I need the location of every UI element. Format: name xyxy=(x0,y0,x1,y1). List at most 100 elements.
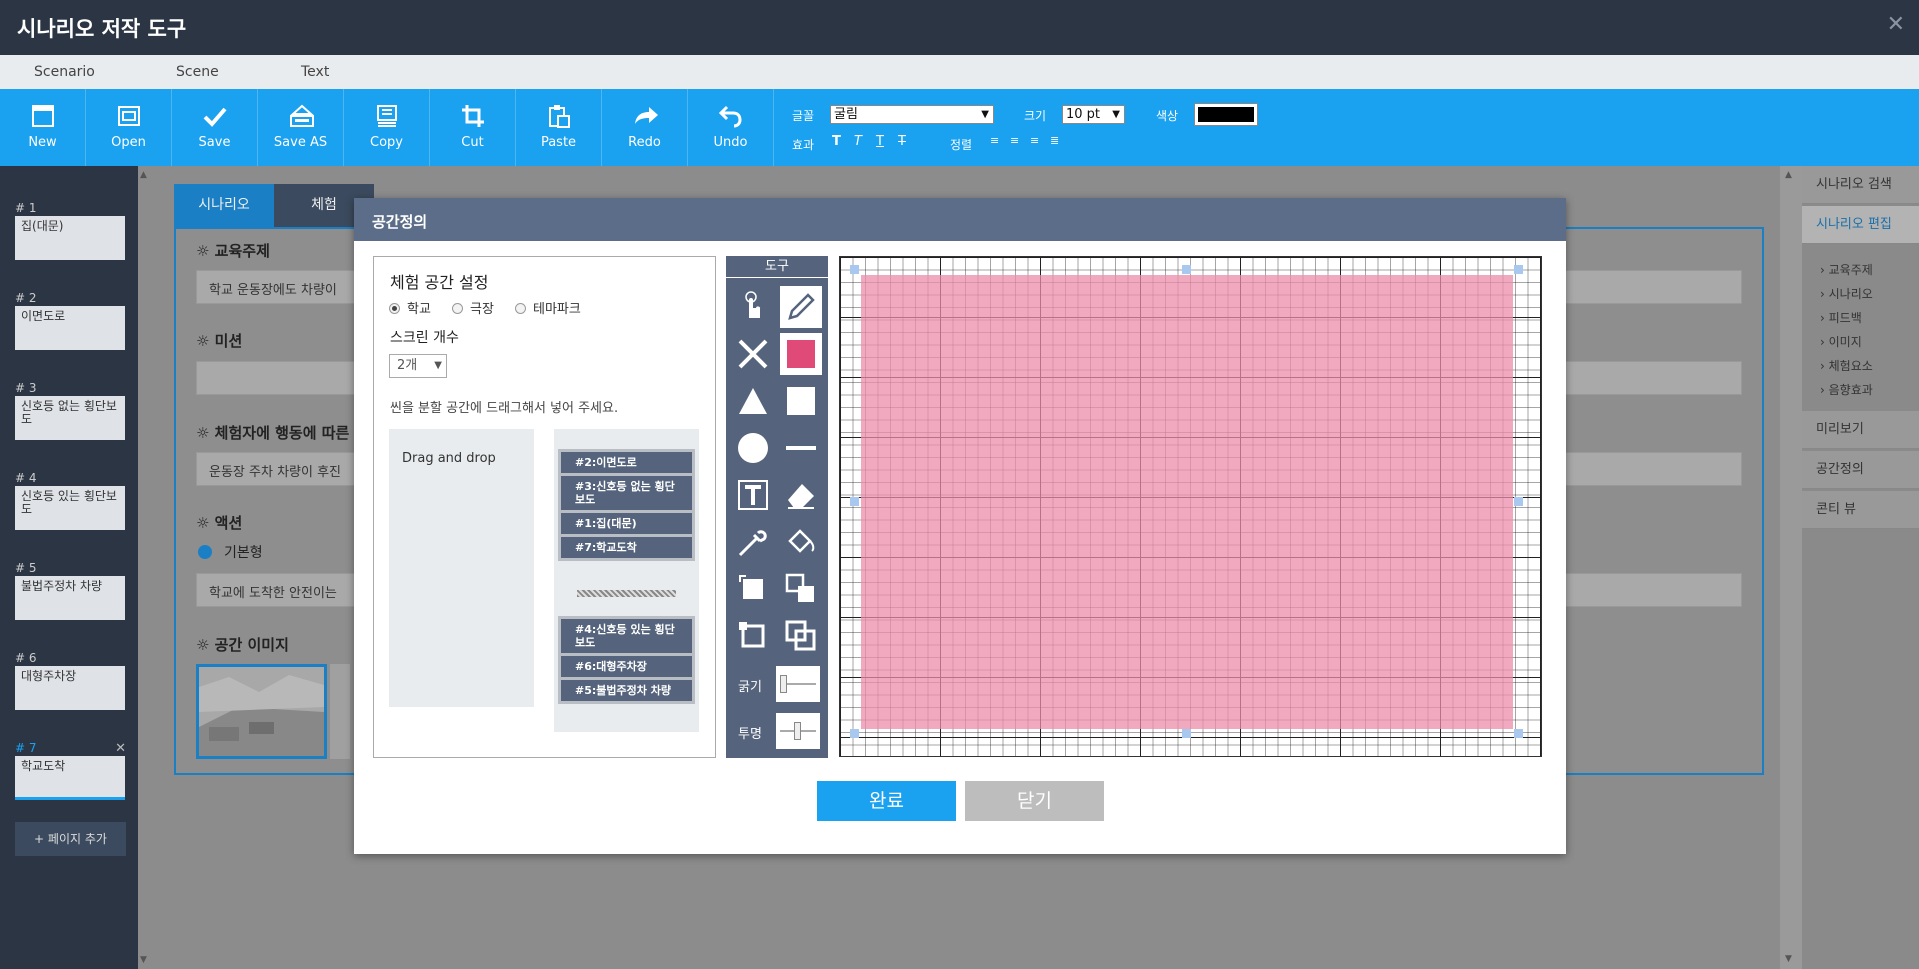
scene-chip[interactable]: #7:학교도착 xyxy=(561,537,692,558)
sub-item-experience[interactable]: › 체험요소 xyxy=(1820,357,1873,374)
line-tool[interactable] xyxy=(780,427,822,469)
scene-chip[interactable]: #5:불법주정차 차량 xyxy=(561,680,692,701)
bring-front-tool[interactable] xyxy=(732,568,774,610)
fill-color-tool[interactable] xyxy=(780,333,822,375)
scene-chip[interactable]: #1:집(대문) xyxy=(561,513,692,534)
space-canvas[interactable] xyxy=(839,256,1542,757)
align-center-icon[interactable]: ≡ xyxy=(1010,134,1019,147)
venue-theater-radio[interactable]: 극장 xyxy=(452,298,494,317)
page-item[interactable]: # 4 신호등 있는 횡단보도 xyxy=(15,471,126,530)
align-left-icon[interactable]: ≡ xyxy=(990,134,999,147)
open-button[interactable]: Open xyxy=(86,89,172,166)
triangle-tool[interactable] xyxy=(732,380,774,422)
screen-region[interactable] xyxy=(861,275,1513,729)
strikethrough-icon[interactable]: T xyxy=(898,134,906,149)
new-button[interactable]: New xyxy=(0,89,86,166)
italic-icon[interactable]: T xyxy=(854,134,862,149)
resize-handle[interactable] xyxy=(1182,265,1191,274)
eyedropper-tool[interactable] xyxy=(732,521,774,563)
resize-handle[interactable] xyxy=(1182,729,1191,738)
thickness-slider[interactable] xyxy=(776,666,820,702)
sub-item-feedback[interactable]: › 피드백 xyxy=(1820,309,1862,326)
delete-tool[interactable] xyxy=(732,333,774,375)
right-item-storyboard[interactable]: 콘티 뷰 xyxy=(1802,491,1919,529)
hand-tool[interactable] xyxy=(732,286,774,328)
align-justify-icon[interactable]: ≣ xyxy=(1050,134,1059,147)
scene-chip[interactable]: #6:대형주차장 xyxy=(561,656,692,677)
color-picker[interactable] xyxy=(1194,103,1258,126)
space-image-thumbnail[interactable] xyxy=(196,664,327,759)
resize-handle[interactable] xyxy=(1514,497,1523,506)
page-item[interactable]: # 1 집(대문) xyxy=(15,201,126,260)
bring-forward-tool[interactable] xyxy=(780,568,822,610)
thickness-handle[interactable] xyxy=(780,675,787,693)
opacity-slider[interactable] xyxy=(776,713,820,749)
save-as-button[interactable]: Save AS xyxy=(258,89,344,166)
scroll-down-icon[interactable]: ▼ xyxy=(140,955,147,965)
save-button[interactable]: Save xyxy=(172,89,258,166)
text-tool[interactable] xyxy=(732,474,774,516)
paste-button[interactable]: Paste xyxy=(516,89,602,166)
sub-item-scenario[interactable]: › 시나리오 xyxy=(1820,285,1873,302)
underline-icon[interactable]: T xyxy=(876,134,884,149)
right-item-preview[interactable]: 미리보기 xyxy=(1802,411,1919,449)
paint-bucket-tool[interactable] xyxy=(780,521,822,563)
undo-button[interactable]: Undo xyxy=(688,89,774,166)
redo-button[interactable]: Redo xyxy=(602,89,688,166)
menu-scenario[interactable]: Scenario xyxy=(34,64,95,80)
close-icon[interactable]: ✕ xyxy=(1887,12,1905,37)
tab-scenario[interactable]: 시나리오 xyxy=(174,184,274,227)
confirm-button[interactable]: 완료 xyxy=(817,781,956,821)
resize-handle[interactable] xyxy=(850,265,859,274)
venue-school-radio[interactable]: 학교 xyxy=(389,298,431,317)
page-item[interactable]: # 3 신호등 없는 횡단보도 xyxy=(15,381,126,440)
resize-handle[interactable] xyxy=(850,497,859,506)
scroll-up-icon[interactable]: ▲ xyxy=(1785,170,1792,180)
bold-icon[interactable]: T xyxy=(832,134,841,149)
sub-item-image[interactable]: › 이미지 xyxy=(1820,333,1862,350)
splitter-handle[interactable] xyxy=(577,590,676,597)
add-page-button[interactable]: + 페이지 추가 xyxy=(15,822,126,856)
space-image-thumbnail-2[interactable] xyxy=(330,664,350,759)
menu-scene[interactable]: Scene xyxy=(176,64,219,80)
right-item-space[interactable]: 공간정의 xyxy=(1802,451,1919,489)
vertical-scrollbar[interactable]: ▲ ▼ xyxy=(1780,166,1802,969)
resize-handle[interactable] xyxy=(850,729,859,738)
pencil-tool[interactable] xyxy=(780,286,822,328)
scroll-down-icon[interactable]: ▼ xyxy=(1785,954,1792,964)
cut-button[interactable]: Cut xyxy=(430,89,516,166)
right-item-search[interactable]: 시나리오 검색 xyxy=(1802,166,1919,204)
resize-handle[interactable] xyxy=(1514,729,1523,738)
size-select[interactable]: 10 pt ▼ xyxy=(1062,105,1125,124)
screen-count-select[interactable]: 2개 ▼ xyxy=(389,354,447,378)
copy-button[interactable]: Copy xyxy=(344,89,430,166)
scroll-up-icon[interactable]: ▲ xyxy=(140,170,147,180)
right-item-edit[interactable]: 시나리오 편집 xyxy=(1802,206,1919,244)
page-item[interactable]: # 2 이면도로 xyxy=(15,291,126,350)
scene-chip[interactable]: #4:신호등 있는 횡단보도 xyxy=(561,619,692,653)
dialog-close-button[interactable]: 닫기 xyxy=(965,781,1104,821)
rectangle-tool[interactable] xyxy=(780,380,822,422)
sub-item-topic[interactable]: › 교육주제 xyxy=(1820,261,1873,278)
align-right-icon[interactable]: ≡ xyxy=(1030,134,1039,147)
send-back-tool[interactable] xyxy=(732,615,774,657)
send-backward-tool[interactable] xyxy=(780,615,822,657)
page-item[interactable]: # 5 불법주정차 차량 xyxy=(15,561,126,620)
venue-themepark-radio[interactable]: 테마파크 xyxy=(515,298,581,317)
page-item-active[interactable]: # 7 ✕ 학교도착 xyxy=(15,741,126,800)
resize-handle[interactable] xyxy=(1514,265,1523,274)
sub-item-sound[interactable]: › 음향효과 xyxy=(1820,381,1873,398)
eraser-tool[interactable] xyxy=(780,474,822,516)
page-item[interactable]: # 6 대형주차장 xyxy=(15,651,126,710)
font-select[interactable]: 굴림 ▼ xyxy=(830,105,994,124)
opacity-handle[interactable] xyxy=(794,722,801,740)
drop-zone[interactable]: Drag and drop xyxy=(389,429,534,707)
tools-panel: 도구 굵기 투명 xyxy=(726,256,828,758)
scene-chip[interactable]: #3:신호등 없는 횡단보도 xyxy=(561,476,692,510)
page-title: 불법주정차 차량 xyxy=(15,576,125,620)
delete-page-icon[interactable]: ✕ xyxy=(115,741,126,756)
radio-default[interactable]: 기본형 xyxy=(198,542,263,562)
menu-text[interactable]: Text xyxy=(301,64,329,80)
circle-tool[interactable] xyxy=(732,427,774,469)
scene-chip[interactable]: #2:이면도로 xyxy=(561,452,692,473)
